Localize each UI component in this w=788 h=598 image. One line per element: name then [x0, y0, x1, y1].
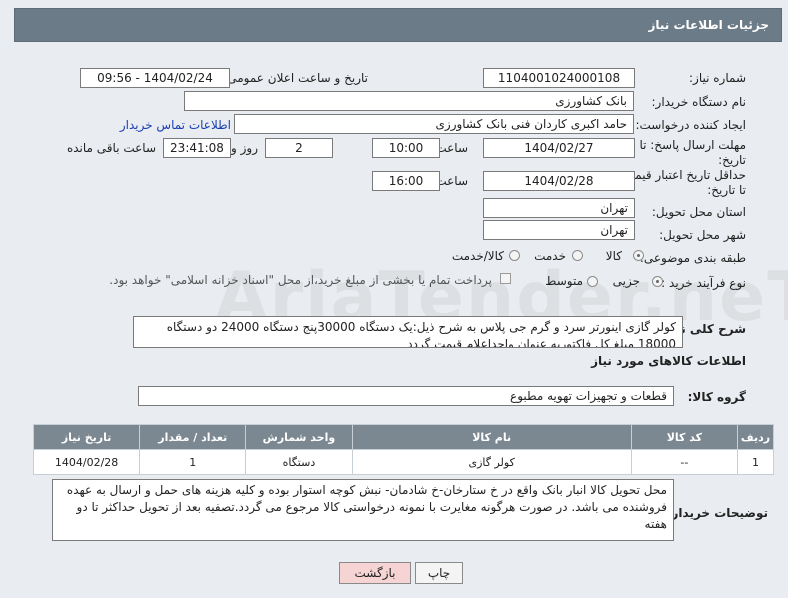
cell-row: 1	[736, 449, 775, 475]
reply-time-field[interactable]: 10:00	[372, 138, 440, 158]
description-field[interactable]: کولر گازی اینورتر سرد و گرم جی پلاس به ش…	[133, 316, 683, 348]
col-unit: واحد شمارش	[245, 424, 353, 450]
reply-date-field[interactable]: 1404/02/27	[483, 138, 635, 158]
city-label: شهر محل تحویل:	[659, 228, 746, 242]
days-label: روز و	[231, 141, 258, 155]
col-qty: تعداد / مقدار	[139, 424, 247, 450]
validity-time-field[interactable]: 16:00	[372, 171, 440, 191]
announce-field[interactable]: 1404/02/24 - 09:56	[80, 68, 230, 88]
creator-field[interactable]: حامد اکبری کاردان فنی بانک کشاورزی	[234, 114, 634, 134]
table-row[interactable]: 1 -- کولر گازی دستگاه 1 1404/02/28	[32, 449, 775, 475]
remaining-label: ساعت باقی مانده	[66, 141, 156, 155]
process-option-medium: متوسط	[545, 274, 583, 288]
treasury-checkbox[interactable]	[500, 273, 511, 284]
print-button[interactable]: چاپ	[415, 562, 463, 584]
process-option-minor: جزیی	[612, 274, 640, 288]
validity-label: حداقل تاریخ اعتبار قیمت:	[619, 168, 746, 182]
cell-name: کولر گازی	[351, 449, 632, 475]
goods-table: ردیف کد کالا نام کالا واحد شمارش تعداد /…	[32, 424, 775, 475]
process-label: نوع فرآیند خرید :	[661, 276, 746, 290]
reply-deadline-label: مهلت ارسال پاسخ: تا	[639, 138, 746, 152]
remaining-time-field[interactable]: 23:41:08	[163, 138, 231, 158]
validity-label-2: تا تاریخ:	[707, 183, 746, 197]
need-number-field[interactable]: 1104001024000108	[483, 68, 635, 88]
category-option-goods-service: کالا/خدمت	[451, 249, 504, 263]
cell-unit: دستگاه	[245, 449, 353, 475]
need-number-label: شماره نیاز:	[689, 71, 746, 85]
province-field[interactable]: تهران	[483, 198, 635, 218]
back-button[interactable]: بازگشت	[339, 562, 411, 584]
header-bar: جزئیات اطلاعات نیاز	[14, 8, 782, 42]
col-date: تاریخ نیاز	[32, 424, 141, 450]
days-field[interactable]: 2	[265, 138, 333, 158]
process-note: پرداخت تمام یا بخشی از مبلغ خرید،از محل …	[109, 273, 492, 287]
goods-group-label: گروه کالا:	[687, 390, 746, 404]
col-name: نام کالا	[351, 424, 632, 450]
category-radio-service[interactable]	[572, 250, 583, 261]
buyer-org-label: نام دستگاه خریدار:	[651, 95, 747, 109]
category-radio-goods-service[interactable]	[509, 250, 520, 261]
category-option-goods: کالا	[605, 249, 622, 263]
col-row: ردیف	[736, 424, 775, 450]
goods-table-header: ردیف کد کالا نام کالا واحد شمارش تعداد /…	[32, 424, 775, 450]
goods-group-field[interactable]: قطعات و تجهیزات تهویه مطبوع	[138, 386, 674, 406]
buyer-notes-label: توضیحات خریدار:	[666, 506, 768, 520]
buyer-contact-link[interactable]: اطلاعات تماس خریدار	[120, 118, 231, 132]
creator-label: ایجاد کننده درخواست:	[635, 118, 746, 132]
city-field[interactable]: تهران	[483, 220, 635, 240]
reply-deadline-label-2: تاریخ:	[718, 153, 746, 167]
province-label: استان محل تحویل:	[651, 205, 746, 219]
cell-code: --	[630, 449, 738, 475]
reply-time-label: ساعت	[435, 141, 468, 155]
buyer-notes-field[interactable]: محل تحویل کالا انبار بانک واقع در خ ستار…	[52, 479, 674, 541]
buyer-org-field[interactable]: بانک کشاورزی	[184, 91, 634, 111]
process-radio-minor[interactable]	[652, 276, 663, 287]
announce-label: تاریخ و ساعت اعلان عمومی:	[223, 71, 368, 85]
category-option-service: خدمت	[534, 249, 566, 263]
cell-date: 1404/02/28	[32, 449, 141, 475]
validity-time-label: ساعت	[435, 174, 468, 188]
goods-section-title: اطلاعات کالاهای مورد نیاز	[591, 354, 746, 368]
col-code: کد کالا	[630, 424, 738, 450]
page-title: جزئیات اطلاعات نیاز	[648, 18, 769, 32]
validity-date-field[interactable]: 1404/02/28	[483, 171, 635, 191]
process-radio-medium[interactable]	[587, 276, 598, 287]
category-radio-goods[interactable]	[633, 250, 644, 261]
category-label: طبقه بندی موضوعی:	[639, 251, 746, 265]
cell-qty: 1	[139, 449, 247, 475]
